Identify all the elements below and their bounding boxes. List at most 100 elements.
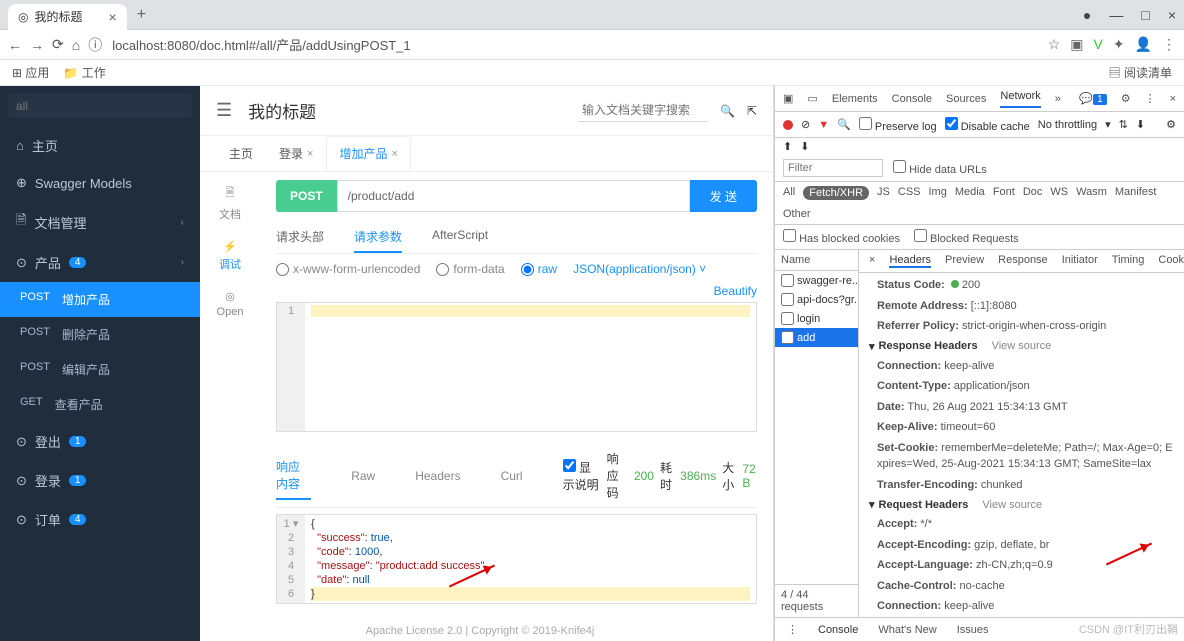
wifi-icon[interactable]: ⇅ — [1119, 118, 1128, 131]
min-icon[interactable]: — — [1109, 7, 1123, 23]
sidebar-item-swagger-models[interactable]: ⊕Swagger Models — [0, 165, 200, 201]
request-row[interactable]: login — [775, 309, 858, 328]
star-icon[interactable]: ☆ — [1048, 36, 1061, 53]
type-doc[interactable]: Doc — [1023, 186, 1043, 200]
send-button[interactable]: 发 送 — [690, 180, 757, 212]
name-column-header[interactable]: Name — [775, 250, 858, 271]
mode-open[interactable]: ◎Open — [217, 290, 244, 318]
request-row[interactable]: swagger-re... — [775, 271, 858, 290]
sidebar-item-docs[interactable]: 🗎文档管理‹ — [0, 201, 200, 243]
network-filter-input[interactable] — [783, 159, 883, 177]
response-body[interactable]: 1 ▾23456 { "success": true, "code": 1000… — [276, 514, 757, 604]
close-icon[interactable]: × — [307, 148, 313, 160]
record-button[interactable] — [783, 120, 793, 130]
inspect-icon[interactable]: ▣ — [783, 92, 793, 105]
reload-icon[interactable]: ⟳ — [52, 36, 64, 53]
sidebar-item-products[interactable]: ⊙产品4› — [0, 243, 200, 282]
gear-icon[interactable]: ⚙ — [1121, 92, 1131, 105]
beautify-link[interactable]: Beautify — [714, 284, 757, 298]
gear-icon[interactable]: ⚙ — [1166, 118, 1176, 131]
tab-req-params[interactable]: 请求参数 — [354, 222, 402, 253]
browser-tab[interactable]: ◎ 我的标题 × — [8, 4, 127, 30]
type-css[interactable]: CSS — [898, 186, 921, 200]
sidebar-item-logout[interactable]: ⊙登出1 — [0, 422, 200, 461]
close-devtools-icon[interactable]: × — [1170, 93, 1176, 105]
dt-tab-sources[interactable]: Sources — [946, 93, 986, 105]
tab-add-product[interactable]: 增加产品× — [326, 136, 410, 171]
sidebar-item-view-product[interactable]: GET查看产品 — [0, 387, 200, 422]
type-fetch[interactable]: Fetch/XHR — [803, 186, 869, 200]
sidebar-item-delete-product[interactable]: POST删除产品 — [0, 317, 200, 352]
radio-urlencoded[interactable]: x-www-form-urlencoded — [276, 262, 420, 276]
drawer-tab-console[interactable]: Console — [818, 624, 858, 636]
url-field[interactable]: localhost:8080/doc.html#/all/产品/addUsing… — [112, 35, 1037, 54]
res-tab-headers[interactable]: Headers — [415, 463, 460, 489]
close-tab-icon[interactable]: × — [109, 9, 117, 25]
radio-raw[interactable]: raw — [521, 262, 557, 276]
dt-tab-console[interactable]: Console — [892, 93, 932, 105]
type-manifest[interactable]: Manifest — [1115, 186, 1157, 200]
new-tab-button[interactable]: + — [137, 6, 146, 24]
doc-search-input[interactable] — [578, 99, 708, 122]
filter-icon[interactable]: ▼ — [818, 119, 829, 131]
clear-icon[interactable]: ⊘ — [801, 118, 810, 131]
info-icon[interactable]: ⓘ — [88, 35, 102, 55]
detail-tab-cookies[interactable]: Cookies — [1158, 254, 1184, 268]
type-js[interactable]: JS — [877, 186, 890, 200]
ext-icon-2[interactable]: V — [1093, 36, 1102, 53]
device-icon[interactable]: ▭ — [807, 92, 817, 105]
download-icon[interactable]: ⬇ — [1136, 118, 1145, 131]
type-media[interactable]: Media — [955, 186, 985, 200]
export-icon[interactable]: ⬆ — [783, 140, 792, 153]
hide-data-urls-check[interactable]: Hide data URLs — [893, 160, 987, 176]
detail-tab-initiator[interactable]: Initiator — [1062, 254, 1098, 268]
error-badge[interactable]: 💬1 — [1079, 92, 1106, 105]
drawer-tab-whatsnew[interactable]: What's New — [878, 624, 936, 636]
type-ws[interactable]: WS — [1050, 186, 1068, 200]
drawer-tab-issues[interactable]: Issues — [957, 624, 989, 636]
sidebar-search[interactable] — [8, 94, 192, 118]
detail-tab-preview[interactable]: Preview — [945, 254, 984, 268]
dt-tab-network[interactable]: Network — [1000, 90, 1040, 108]
request-row-selected[interactable]: add — [775, 328, 858, 347]
request-body-editor[interactable]: 1 — [276, 302, 757, 432]
home-icon[interactable]: ⌂ — [72, 37, 80, 53]
sidebar-item-login[interactable]: ⊙登录1 — [0, 461, 200, 500]
detail-tab-timing[interactable]: Timing — [1112, 254, 1145, 268]
preserve-log-check[interactable]: Preserve log — [859, 117, 937, 133]
radio-form-data[interactable]: form-data — [436, 262, 504, 276]
import-icon[interactable]: ⬇ — [800, 140, 809, 153]
detail-tab-response[interactable]: Response — [998, 254, 1048, 268]
puzzle-icon[interactable]: ✦ — [1113, 36, 1125, 53]
bookmark-folder[interactable]: 📁 工作 — [63, 64, 105, 81]
blocked-requests-check[interactable]: Blocked Requests — [914, 229, 1019, 245]
menu-icon[interactable]: ⋮ — [1145, 92, 1156, 105]
res-tab-raw[interactable]: Raw — [351, 463, 375, 489]
type-other[interactable]: Other — [783, 208, 811, 220]
type-img[interactable]: Img — [929, 186, 947, 200]
apps-icon[interactable]: ⊞ 应用 — [12, 64, 49, 81]
close-icon[interactable]: × — [1168, 7, 1176, 23]
res-tab-content[interactable]: 响应内容 — [276, 452, 311, 500]
expand-icon[interactable]: ⇱ — [747, 104, 757, 118]
close-detail-icon[interactable]: × — [869, 254, 875, 268]
res-tab-curl[interactable]: Curl — [501, 463, 523, 489]
tab-afterscript[interactable]: AfterScript — [432, 222, 488, 253]
raw-type-select[interactable]: JSON(application/json) ˅ — [573, 262, 706, 276]
drawer-toggle-icon[interactable]: ⋮ — [787, 623, 798, 636]
menu-icon[interactable]: ⋮ — [1162, 36, 1176, 53]
ext-icon-1[interactable]: ▣ — [1070, 36, 1083, 53]
menu-toggle-icon[interactable]: ☰ — [216, 100, 232, 121]
tab-login[interactable]: 登录× — [266, 136, 326, 171]
mode-doc[interactable]: 🗎文档 — [219, 184, 241, 222]
tab-req-header[interactable]: 请求头部 — [276, 222, 324, 253]
forward-icon[interactable]: → — [30, 37, 44, 53]
blocked-cookies-check[interactable]: Has blocked cookies — [783, 229, 900, 245]
type-font[interactable]: Font — [993, 186, 1015, 200]
show-desc-check[interactable]: 显示说明 — [563, 459, 601, 493]
detail-tab-headers[interactable]: Headers — [889, 254, 931, 268]
disable-cache-check[interactable]: Disable cache — [945, 117, 1030, 133]
sidebar-item-edit-product[interactable]: POST编辑产品 — [0, 352, 200, 387]
profile-icon[interactable]: 👤 — [1135, 36, 1152, 53]
type-wasm[interactable]: Wasm — [1076, 186, 1107, 200]
